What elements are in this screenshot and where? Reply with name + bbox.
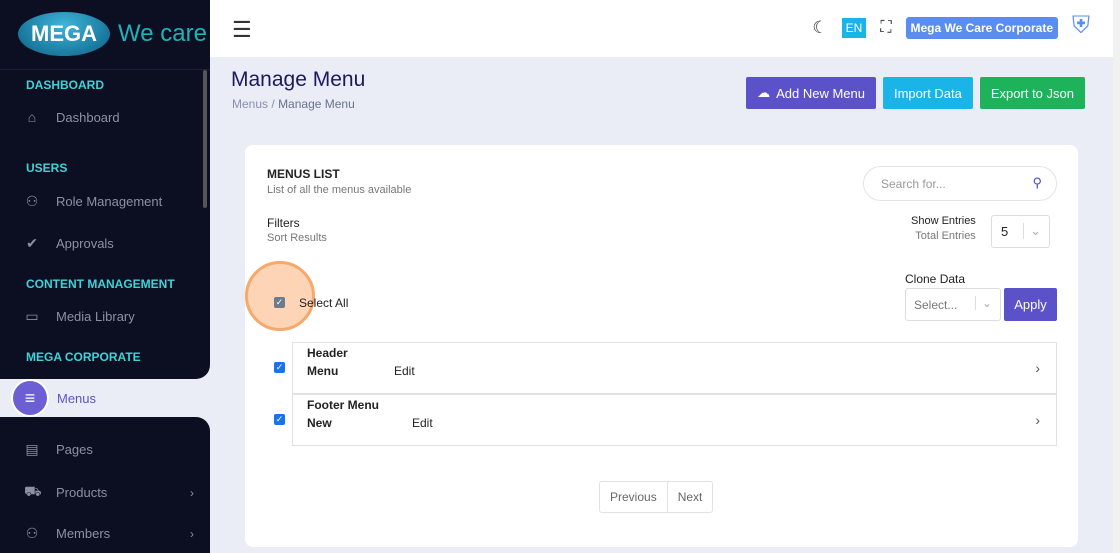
logo-tagline: We care [118,20,207,48]
menus-list-card: MENUS LIST List of all the menus availab… [245,145,1078,547]
cart-icon: ⛟ [24,483,40,502]
fullscreen-icon[interactable]: ⛶ [880,19,891,37]
sidebar-item-dashboard[interactable]: ⌂ Dashboard [24,109,194,125]
menu-icon: ≡ [13,381,47,415]
select-all-label: Select All [299,296,348,310]
search-input[interactable]: Search for... ⚲ [863,166,1057,201]
next-button[interactable]: Next [667,482,713,512]
label: Approvals [56,236,114,251]
total-entries-label: Total Entries [911,230,976,242]
sidebar-item-role-management[interactable]: ⚇ Role Management [24,193,194,210]
chevron-right-icon: › [190,527,194,541]
card-title: MENUS LIST [267,167,340,181]
section-dashboard: DASHBOARD [26,78,104,92]
show-entries-label: Show Entries [911,215,976,227]
label: Products [56,485,107,500]
breadcrumb-menus[interactable]: Menus [232,97,268,111]
section-users: USERS [26,161,67,175]
logo[interactable]: MEGA We care [18,12,207,56]
breadcrumb-separator: / [271,97,274,111]
chevron-right-icon: › [190,486,194,500]
apply-button[interactable]: Apply [1004,288,1057,321]
menu-name-2: New [307,416,332,430]
sidebar-scrollbar[interactable] [203,70,207,208]
table-row[interactable]: Footer Menu New Edit › [292,394,1057,446]
clone-select[interactable]: Select... ⌄ [905,288,1001,321]
value: 5 [1001,224,1008,239]
label: Menus [57,391,96,406]
label: Members [56,526,110,541]
user-shield-icon[interactable]: ⛨ [1072,12,1100,44]
label: Media Library [56,309,135,324]
menu-name-2: Menu [307,364,338,378]
label: Role Management [56,194,162,209]
row-checkbox[interactable]: ✓ [274,414,285,425]
chevron-down-icon: ⌄ [1023,223,1041,239]
check-icon: ✔ [24,235,40,252]
sidebar-item-menus[interactable]: ≡ Menus [13,380,213,416]
export-json-button[interactable]: Export to Json [980,77,1085,109]
breadcrumb: Menus / Manage Menu [232,97,355,111]
select-all-checkbox[interactable]: ✓ [274,297,285,308]
organization-badge[interactable]: Mega We Care Corporate [906,17,1058,39]
clone-data-label: Clone Data [905,272,965,286]
row-checkbox[interactable]: ✓ [274,362,285,373]
card-subtitle: List of all the menus available [267,184,411,196]
filters-label: Filters [267,216,300,230]
page-title: Manage Menu [231,68,365,92]
page-scrollbar[interactable] [1113,0,1120,553]
pagination: PreviousNext [599,481,713,513]
search-icon[interactable]: ⚲ [1032,175,1042,191]
placeholder: Select... [914,298,957,312]
add-new-menu-button[interactable]: ☁ Add New Menu [746,77,876,109]
chevron-right-icon[interactable]: › [1035,412,1040,428]
menu-name: Footer Menu [307,398,379,412]
sort-results[interactable]: Sort Results [267,232,327,244]
camera-icon: ▭ [24,308,40,325]
import-data-button[interactable]: Import Data [883,77,973,109]
sidebar: MEGA We care DASHBOARD ⌂ Dashboard USERS ⚇… [0,0,210,553]
sidebar-item-approvals[interactable]: ✔ Approvals [24,235,194,252]
previous-button[interactable]: Previous [600,482,667,512]
label: Dashboard [56,110,120,125]
users-icon: ⚇ [24,525,40,542]
table-row[interactable]: Header Menu Edit › [292,342,1057,394]
section-mega-corporate: MEGA CORPORATE [26,350,141,364]
edit-link[interactable]: Edit [412,416,433,430]
label: Add New Menu [776,86,865,101]
label: Pages [56,442,93,457]
placeholder: Search for... [881,177,946,191]
cloud-upload-icon: ☁ [757,85,770,101]
sidebar-item-products[interactable]: ⛟ Products › [24,483,194,502]
divider [0,69,210,70]
chevron-right-icon[interactable]: › [1035,360,1040,376]
logo-mark: MEGA [18,12,110,56]
entries-select[interactable]: 5⌄ [991,215,1050,248]
moon-icon[interactable]: ☾ [812,18,827,38]
layout-icon: ▤ [24,441,40,458]
sidebar-item-pages[interactable]: ▤ Pages [24,441,194,458]
breadcrumb-current: Manage Menu [278,97,355,111]
topbar: ☰ ☾ EN ⛶ Mega We Care Corporate ⛨ [210,0,1120,57]
user-icon: ⚇ [24,193,40,210]
home-icon: ⌂ [24,109,40,125]
chevron-down-icon: ⌄ [975,296,992,310]
sidebar-item-media-library[interactable]: ▭ Media Library [24,308,194,325]
edit-link[interactable]: Edit [394,364,415,378]
language-button[interactable]: EN [842,18,867,38]
menu-name: Header [307,346,348,360]
section-content-management: CONTENT MANAGEMENT [26,277,175,291]
sidebar-item-members[interactable]: ⚇ Members › [24,525,194,542]
hamburger-icon[interactable]: ☰ [232,17,252,43]
